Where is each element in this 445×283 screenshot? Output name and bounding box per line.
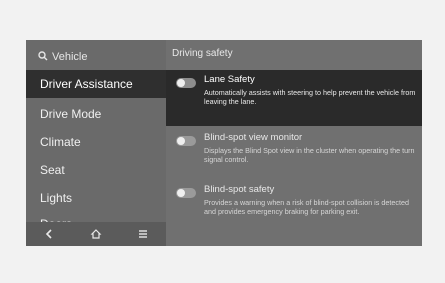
bottom-nav bbox=[26, 222, 166, 246]
blind-spot-safety-toggle[interactable] bbox=[176, 188, 196, 198]
setting-blind-spot-view-monitor[interactable]: Blind-spot view monitor Displays the Bli… bbox=[166, 128, 422, 174]
sidebar-item-label: Driver Assistance bbox=[40, 77, 133, 91]
search-bar[interactable]: Vehicle bbox=[38, 48, 87, 66]
home-icon[interactable] bbox=[88, 226, 104, 242]
section-title: Driving safety bbox=[172, 48, 233, 59]
chevron-left-icon[interactable] bbox=[41, 226, 57, 242]
hamburger-menu-icon[interactable] bbox=[135, 226, 151, 242]
blind-spot-view-monitor-toggle[interactable] bbox=[176, 136, 196, 146]
setting-name: Blind-spot safety bbox=[204, 184, 275, 195]
setting-description: Provides a warning when a risk of blind-… bbox=[204, 198, 409, 216]
lane-safety-toggle[interactable] bbox=[176, 78, 196, 88]
setting-name: Lane Safety bbox=[204, 74, 255, 85]
setting-name: Blind-spot view monitor bbox=[204, 132, 303, 143]
photo-frame: Vehicle Driver Assistance Drive Mode Cli… bbox=[0, 0, 445, 283]
setting-description: Automatically assists with steering to h… bbox=[204, 88, 416, 106]
setting-blind-spot-safety[interactable]: Blind-spot safety Provides a warning whe… bbox=[166, 180, 422, 240]
sidebar-item-drive-mode[interactable]: Drive Mode bbox=[26, 100, 166, 128]
toggle-knob bbox=[177, 189, 185, 197]
search-label: Vehicle bbox=[52, 51, 88, 63]
sidebar: Vehicle Driver Assistance Drive Mode Cli… bbox=[26, 40, 166, 246]
sidebar-item-lights[interactable]: Lights bbox=[26, 184, 166, 212]
sidebar-item-label: Climate bbox=[40, 135, 81, 149]
settings-panel: Driving safety Lane Safety Automatically… bbox=[166, 40, 422, 246]
toggle-knob bbox=[177, 137, 185, 145]
sidebar-item-label: Lights bbox=[40, 191, 73, 205]
sidebar-item-driver-assistance[interactable]: Driver Assistance bbox=[26, 70, 166, 98]
sidebar-item-label: Drive Mode bbox=[40, 107, 102, 121]
infotainment-screen: Vehicle Driver Assistance Drive Mode Cli… bbox=[26, 40, 422, 246]
toggle-knob bbox=[177, 79, 185, 87]
sidebar-item-label: Seat bbox=[40, 163, 65, 177]
setting-description: Displays the Blind Spot view in the clus… bbox=[204, 146, 415, 164]
search-icon bbox=[38, 50, 48, 64]
sidebar-item-climate[interactable]: Climate bbox=[26, 128, 166, 156]
setting-lane-safety[interactable]: Lane Safety Automatically assists with s… bbox=[166, 70, 422, 126]
sidebar-item-seat[interactable]: Seat bbox=[26, 156, 166, 184]
